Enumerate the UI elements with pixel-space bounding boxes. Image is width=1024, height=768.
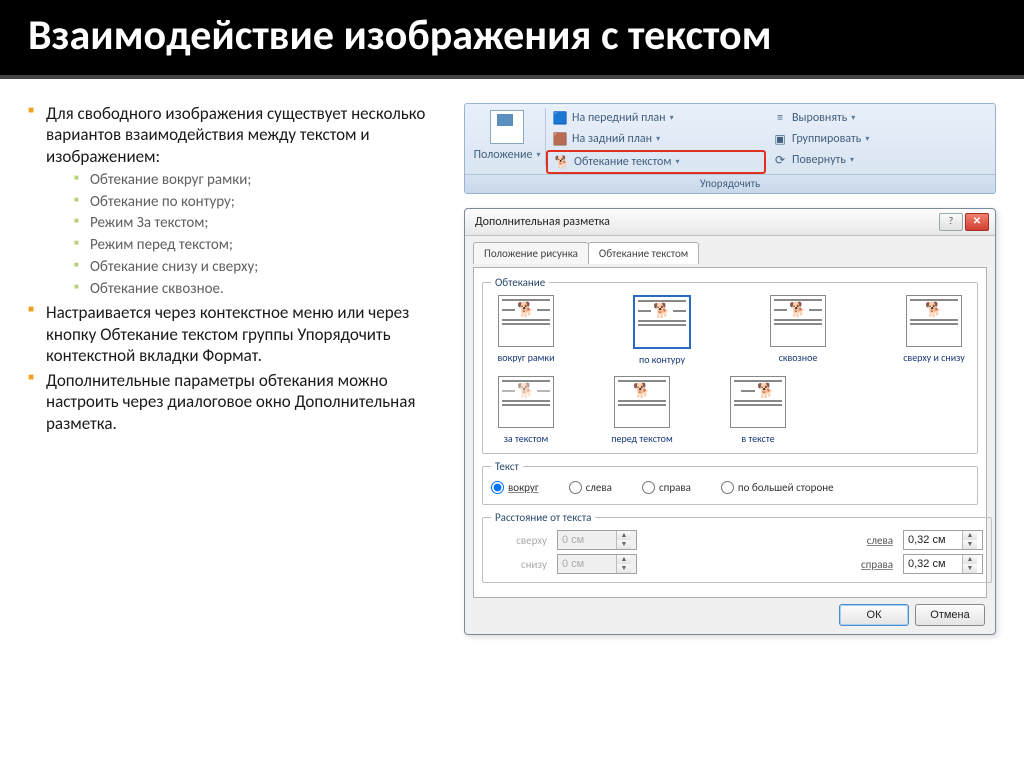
wrap-through[interactable]: 🐕 сквозное: [763, 295, 833, 366]
radio-largest[interactable]: по большей стороне: [721, 481, 834, 494]
align-icon: ≡: [772, 110, 788, 126]
group-label: Группировать: [792, 132, 861, 146]
position-button[interactable]: Положение▾: [469, 146, 545, 164]
label-right: справа: [837, 558, 893, 571]
text-wrap-icon: 🐕: [554, 154, 570, 170]
input-left-field[interactable]: [904, 533, 962, 547]
send-back-label: На задний план: [572, 132, 652, 146]
spin-down[interactable]: ▼: [963, 540, 977, 549]
wrap-inline[interactable]: 🐕 в тексте: [723, 376, 793, 445]
radio-both-label: вокруг: [508, 481, 539, 494]
input-top-field: [558, 533, 616, 547]
bullet-2: Настраивается через контекстное меню или…: [18, 302, 456, 366]
radio-left-label: слева: [586, 481, 612, 494]
input-top: ▲▼: [557, 530, 637, 550]
wrap-topbottom[interactable]: 🐕 сверху и снизу: [899, 295, 969, 366]
send-to-back-button[interactable]: 🟫 На задний план▾: [546, 129, 766, 149]
wrap-tight[interactable]: 🐕 по контуру: [627, 295, 697, 366]
bring-front-label: На передний план: [572, 111, 666, 125]
wrap-topbottom-label: сверху и снизу: [899, 351, 969, 364]
legend-text: Текст: [491, 460, 523, 473]
input-bottom: ▲▼: [557, 554, 637, 574]
text-wrap-button[interactable]: 🐕 Обтекание текстом▾: [548, 152, 685, 172]
advanced-layout-dialog: Дополнительная разметка ? ✕ Положение ри…: [464, 208, 996, 635]
group-button[interactable]: ▣ Группировать▾: [766, 129, 875, 149]
ribbon-group-label: Упорядочить: [465, 174, 995, 193]
wrap-square-label: вокруг рамки: [491, 351, 561, 364]
position-label: Положение: [474, 148, 533, 162]
label-top: сверху: [491, 534, 547, 547]
wrap-inline-label: в тексте: [723, 432, 793, 445]
rotate-label: Повернуть: [792, 153, 846, 167]
ribbon-arrange-group: Положение▾ 🟦 На передний план▾: [464, 103, 996, 194]
radio-largest-label: по большей стороне: [738, 481, 834, 494]
fieldset-text: Текст вокруг слева справа по большей сто…: [482, 460, 978, 505]
text-wrap-label: Обтекание текстом: [574, 155, 671, 169]
slide-title-bar: Взаимодействие изображения с текстом: [0, 0, 1024, 79]
cancel-button[interactable]: Отмена: [915, 604, 985, 626]
input-right-field[interactable]: [904, 557, 962, 571]
highlighted-wrap-button: 🐕 Обтекание текстом▾: [546, 150, 766, 174]
close-button[interactable]: ✕: [965, 213, 989, 231]
input-bottom-field: [558, 557, 616, 571]
slide-title: Взаимодействие изображения с текстом: [28, 12, 996, 59]
sub-bullet: Обтекание сквозное.: [74, 280, 456, 299]
wrap-tight-label: по контуру: [627, 353, 697, 366]
bullet-1-text: Для свободного изображения существует не…: [46, 103, 425, 167]
rotate-icon: ⟳: [772, 152, 788, 168]
wrap-behind-label: за текстом: [491, 432, 561, 445]
dialog-title: Дополнительная разметка: [475, 215, 610, 229]
label-left: слева: [837, 534, 893, 547]
wrap-through-label: сквозное: [763, 351, 833, 364]
tab-text-wrapping[interactable]: Обтекание текстом: [588, 242, 699, 264]
spin-down[interactable]: ▼: [963, 564, 977, 573]
sub-bullet: Обтекание по контуру;: [74, 193, 456, 212]
slide-body-text: Для свободного изображения существует не…: [18, 103, 456, 635]
bullet-3: Дополнительные параметры обтекания можно…: [18, 370, 456, 434]
sub-bullet: Режим перед текстом;: [74, 236, 456, 255]
align-button[interactable]: ≡ Выровнять▾: [766, 108, 875, 128]
align-label: Выровнять: [792, 111, 847, 125]
bring-front-icon: 🟦: [552, 110, 568, 126]
label-bottom: снизу: [491, 558, 547, 571]
radio-left[interactable]: слева: [569, 481, 612, 494]
legend-wrapping: Обтекание: [491, 276, 549, 289]
position-icon: [490, 110, 524, 144]
sub-bullet: Обтекание вокруг рамки;: [74, 171, 456, 190]
rotate-button[interactable]: ⟳ Повернуть▾: [766, 150, 875, 170]
wrap-infront[interactable]: 🐕 перед текстом: [607, 376, 677, 445]
radio-right-label: справа: [659, 481, 691, 494]
sub-bullet: Обтекание снизу и сверху;: [74, 258, 456, 277]
radio-right[interactable]: справа: [642, 481, 691, 494]
radio-both-sides[interactable]: вокруг: [491, 481, 539, 494]
group-icon: ▣: [772, 131, 788, 147]
help-button[interactable]: ?: [939, 213, 963, 231]
wrap-behind[interactable]: 🐕 за текстом: [491, 376, 561, 445]
input-right[interactable]: ▲▼: [903, 554, 983, 574]
tab-picture-position[interactable]: Положение рисунка: [473, 242, 589, 264]
ok-button[interactable]: ОК: [839, 604, 909, 626]
bullet-1: Для свободного изображения существует не…: [18, 103, 456, 298]
send-back-icon: 🟫: [552, 131, 568, 147]
bring-to-front-button[interactable]: 🟦 На передний план▾: [546, 108, 766, 128]
fieldset-wrapping: Обтекание 🐕 вокруг рамки 🐕 по контуру: [482, 276, 978, 454]
wrap-infront-label: перед текстом: [607, 432, 677, 445]
sub-bullet: Режим За текстом;: [74, 214, 456, 233]
wrap-square[interactable]: 🐕 вокруг рамки: [491, 295, 561, 366]
fieldset-distance: Расстояние от текста сверху ▲▼ слева: [482, 511, 992, 583]
input-left[interactable]: ▲▼: [903, 530, 983, 550]
legend-distance: Расстояние от текста: [491, 511, 595, 524]
